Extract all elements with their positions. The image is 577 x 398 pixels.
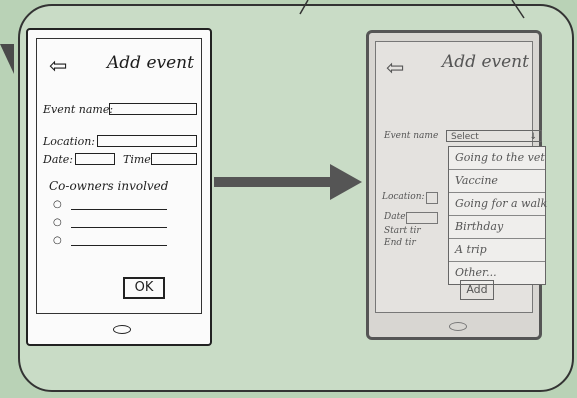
event-type-select[interactable]: Select ↓ — [446, 130, 542, 142]
time-field[interactable] — [151, 153, 197, 165]
dropdown-option[interactable]: Going for a walk — [449, 193, 547, 216]
co-owners-label: Co-owners involved — [49, 179, 169, 193]
event-type-dropdown: Going to the vet Vaccine Going for a wal… — [448, 146, 547, 285]
transition-arrow-shaft — [214, 177, 332, 187]
co-owner-field-3[interactable] — [71, 245, 167, 246]
arrow-left-icon[interactable]: ⇦ — [386, 56, 404, 81]
date-field[interactable] — [406, 212, 438, 224]
home-button[interactable] — [449, 322, 467, 331]
co-owner-field-2[interactable] — [71, 227, 167, 228]
transition-arrow-head — [330, 164, 362, 200]
event-name-label: Event name: — [43, 103, 114, 116]
sketch-phone-right: ⇦ Add event Event name Select ↓ Going to… — [366, 30, 547, 340]
dropdown-option[interactable]: Birthday — [449, 216, 545, 239]
add-button[interactable]: Add — [460, 280, 494, 300]
co-owner-radio-2[interactable]: ○ — [53, 217, 62, 228]
time-label: Time — [123, 153, 151, 166]
home-button[interactable] — [113, 325, 131, 334]
date-field[interactable] — [75, 153, 115, 165]
co-owner-radio-1[interactable]: ○ — [53, 199, 62, 210]
storyboard-canvas: ⇦ Add event Event name: Location: Date: … — [0, 0, 577, 398]
date-label: Date — [384, 212, 406, 222]
page-title: Add event — [107, 53, 194, 73]
sketch-phone-left: ⇦ Add event Event name: Location: Date: … — [26, 28, 212, 346]
select-value: Select — [451, 132, 479, 142]
event-name-field[interactable] — [109, 103, 197, 115]
co-owner-field-1[interactable] — [71, 209, 167, 210]
sketch-screen-left: ⇦ Add event Event name: Location: Date: … — [36, 38, 202, 314]
event-name-label: Event name — [384, 131, 439, 141]
location-field[interactable] — [426, 192, 438, 204]
dropdown-option[interactable]: Going to the vet — [449, 147, 545, 170]
page-title: Add event — [442, 52, 529, 72]
date-label: Date: — [43, 153, 74, 166]
ok-button[interactable]: OK — [123, 277, 165, 299]
co-owner-radio-3[interactable]: ○ — [53, 235, 62, 246]
pointer-arrow-left — [0, 44, 14, 74]
end-time-label: End tir — [384, 238, 416, 248]
connector-line-left — [299, 0, 309, 15]
sketch-screen-right: ⇦ Add event Event name Select ↓ Going to… — [375, 41, 547, 313]
location-label: Location: — [43, 135, 95, 148]
location-field[interactable] — [97, 135, 197, 147]
dropdown-option[interactable]: Vaccine — [449, 170, 545, 193]
arrow-left-icon[interactable]: ⇦ — [49, 56, 67, 78]
connector-line-right — [511, 0, 525, 19]
location-label: Location: — [382, 192, 425, 202]
start-time-label: Start tir — [384, 226, 421, 236]
chevron-down-icon: ↓ — [529, 132, 537, 142]
dropdown-option[interactable]: A trip — [449, 239, 545, 262]
